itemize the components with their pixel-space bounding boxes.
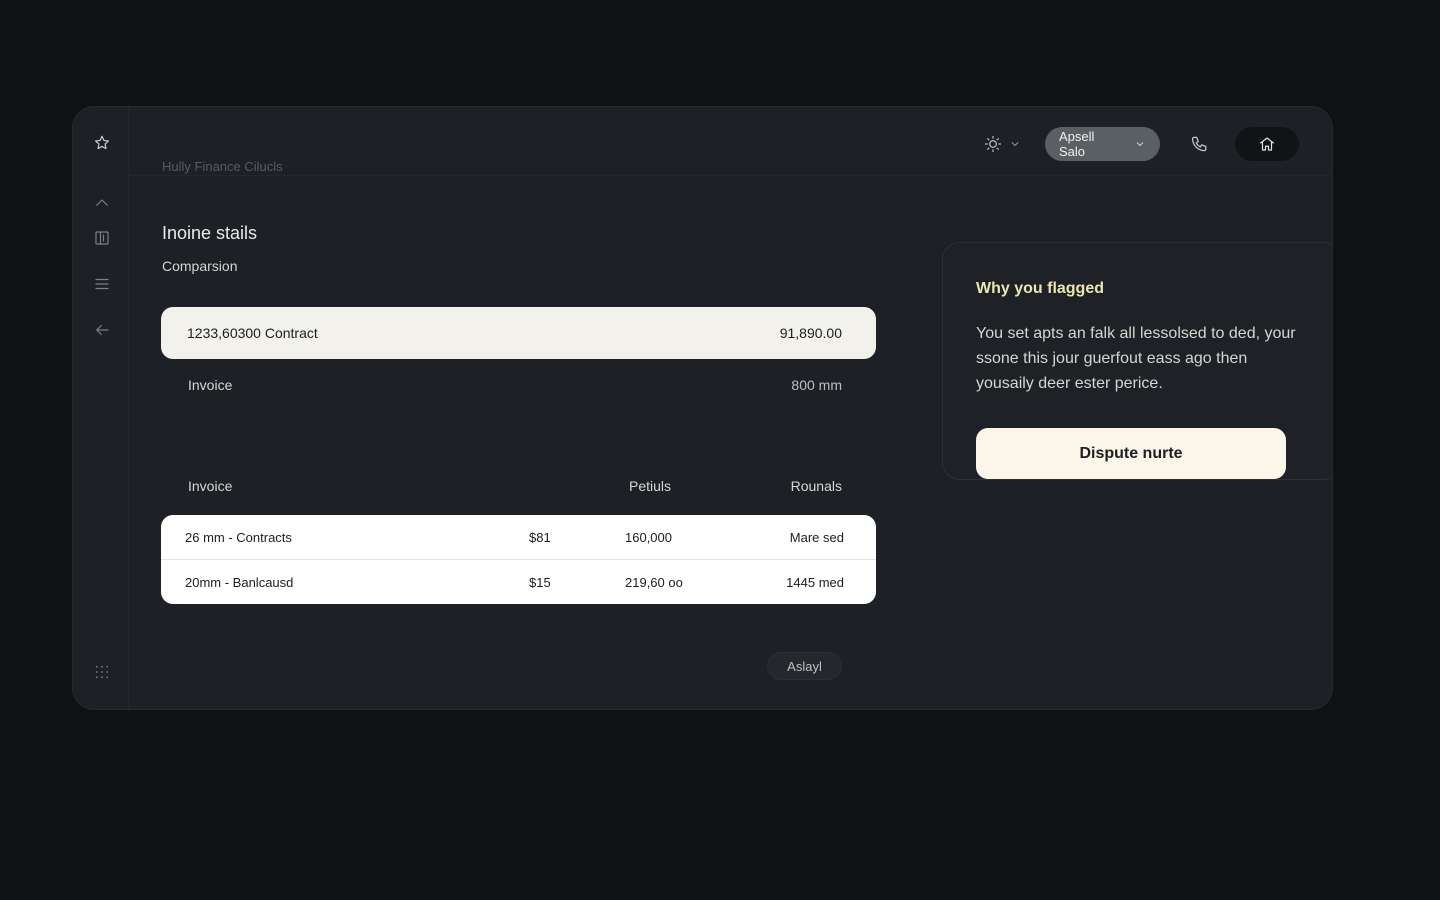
flag-panel-title: Why you flagged [976,280,1104,297]
assign-button[interactable]: Aslayl [767,652,842,680]
invoice-value: 800 mm [791,377,842,393]
phone-button[interactable] [1182,127,1218,161]
dispute-button[interactable]: Dispute nurte [976,428,1286,479]
page-title: Inoine stails [162,223,258,243]
contract-summary-row[interactable]: 1233,60300 Contract 91,890.00 [161,307,876,359]
menu-icon[interactable] [92,274,112,294]
star-icon[interactable] [92,133,112,153]
home-icon [1259,137,1275,151]
table-cell: Mare sed [789,530,844,545]
invoice-row[interactable]: Invoice 800 mm [188,377,842,393]
table-cell: 1445 med [786,575,844,590]
page-subtitle: Comparsion [162,258,238,274]
app-brand: Hully Finance Cilucls [162,159,283,174]
grid-icon[interactable] [92,662,112,682]
user-menu-button[interactable]: Apsell Salo [1045,127,1160,161]
column-header: Petiuls [629,478,672,494]
table-row[interactable]: 26 mm - Contracts $81 160,000 Mare sed [161,515,876,559]
theme-toggle[interactable] [983,127,1023,161]
table-cell: 160,000 [625,530,672,545]
columns-icon[interactable] [92,228,112,248]
table-row[interactable]: 20mm - Banlcausd $15 219,60 oo 1445 med [161,559,876,603]
app-window: Hully Finance Cilucls Apsell Salo Inoine… [72,106,1333,710]
sun-icon [984,135,1002,153]
table-cell: $15 [529,575,551,590]
column-header: Rounals [790,478,842,494]
header-divider [129,175,1332,176]
home-button[interactable] [1235,127,1299,161]
chevron-down-icon [1136,142,1144,147]
table-header: Invoice Petiuls Rounals [188,478,842,498]
sidebar [73,107,129,709]
invoice-label: Invoice [188,377,233,393]
arrow-left-icon[interactable] [92,320,112,340]
flag-panel-body: You set apts an falk all lessolsed to de… [976,325,1296,392]
column-header: Invoice [188,478,233,494]
user-name: Apsell Salo [1059,129,1095,159]
phone-icon [1191,136,1207,152]
table-cell: 219,60 oo [625,575,683,590]
summary-label: 1233,60300 Contract [187,325,318,341]
chevron-down-icon [1011,142,1019,147]
summary-value: 91,890.00 [779,325,842,341]
flag-reason-panel: Why you flagged You set apts an falk all… [942,242,1332,480]
table-cell: 20mm - Banlcausd [185,575,294,590]
table-cell: $81 [529,530,551,545]
chevron-up-icon[interactable] [92,193,112,213]
table-cell: 26 mm - Contracts [185,530,292,545]
comparison-table: 26 mm - Contracts $81 160,000 Mare sed 2… [161,515,876,604]
